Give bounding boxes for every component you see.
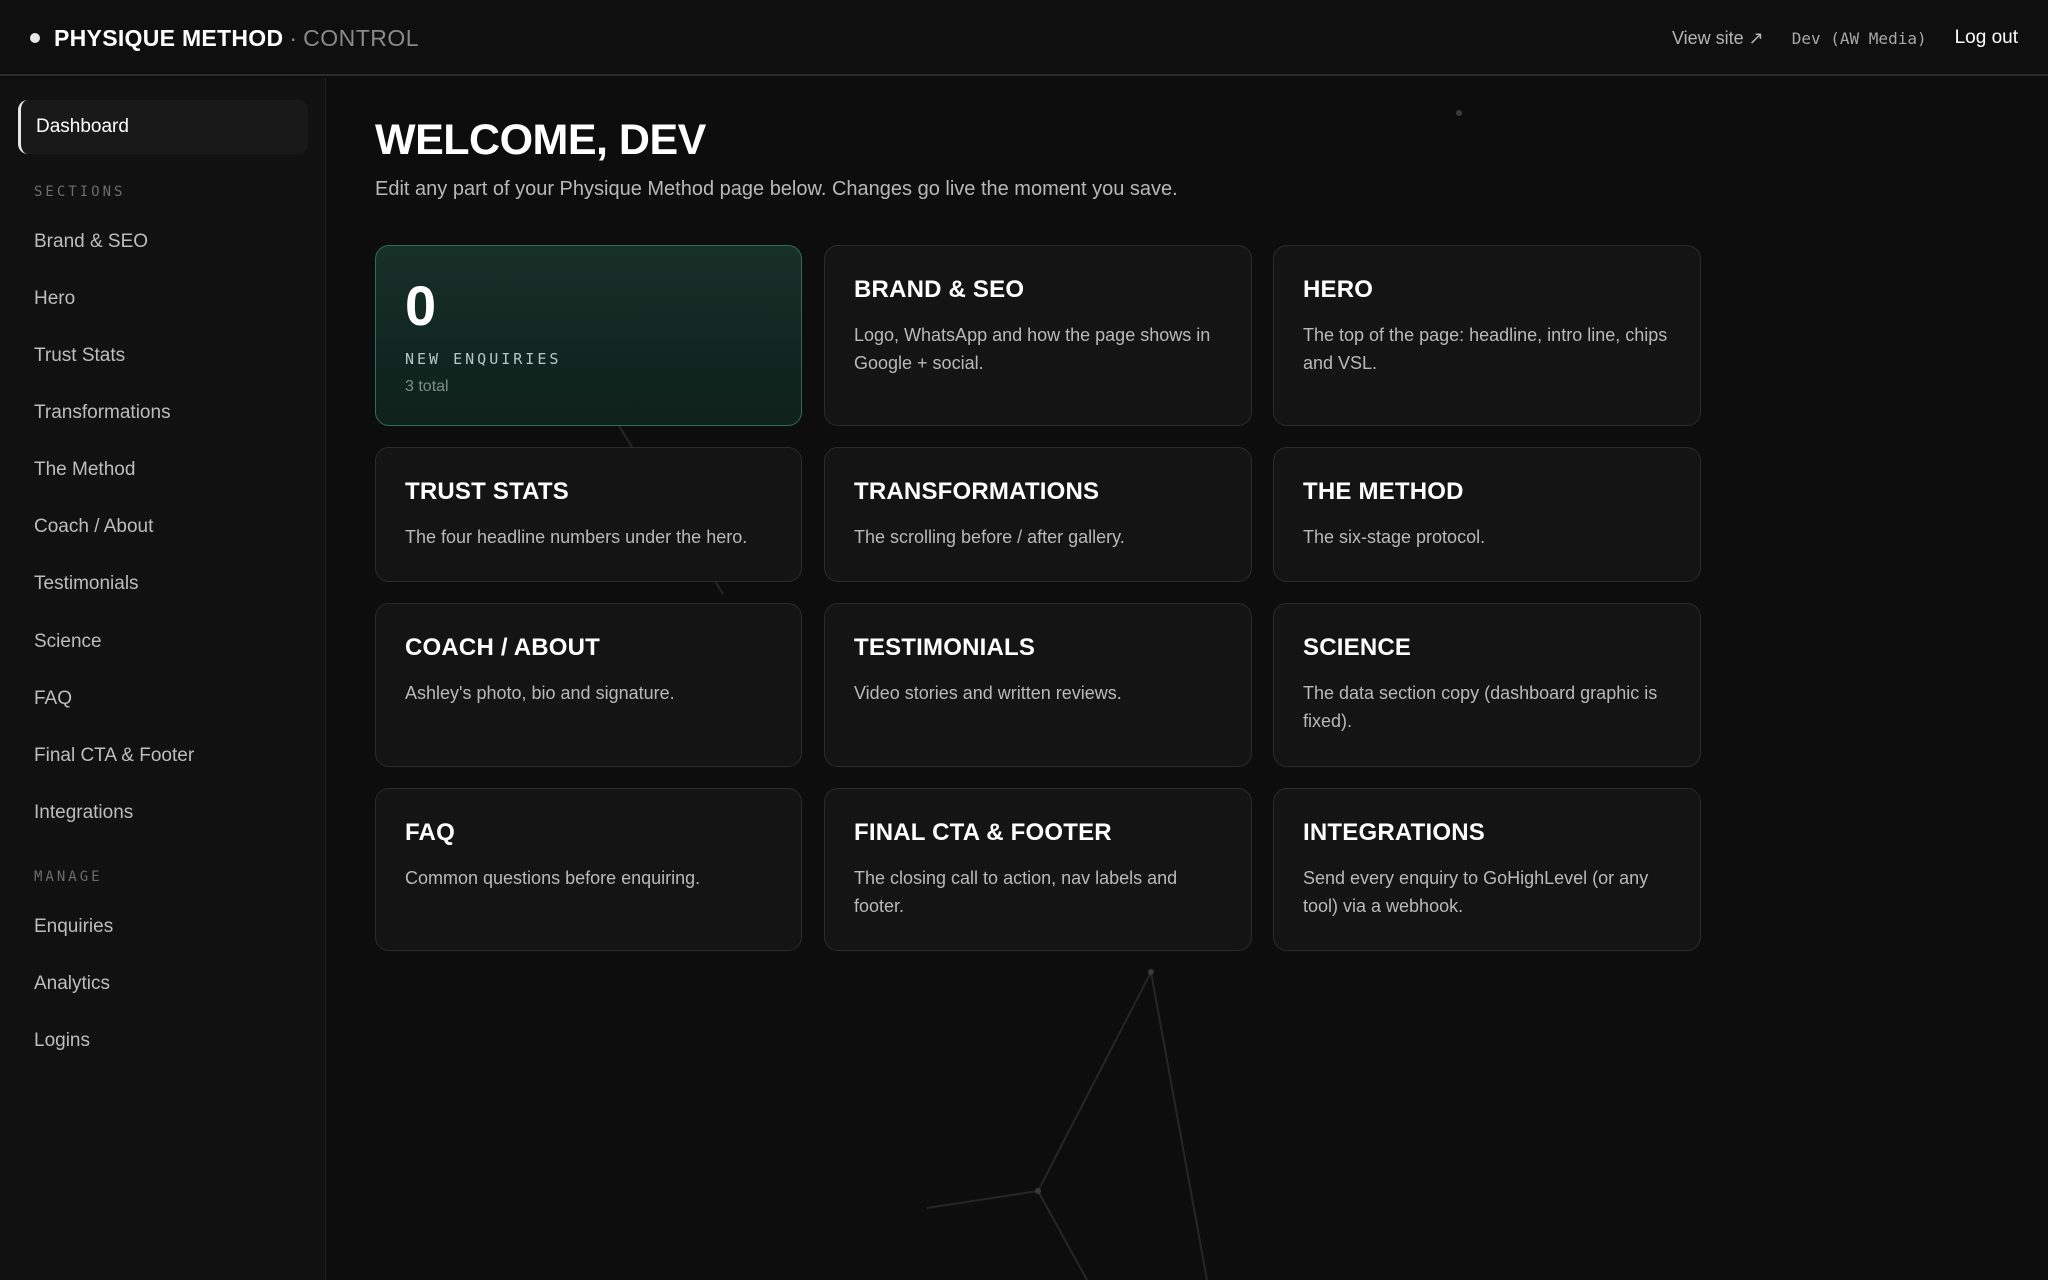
sidebar-heading-sections: SECTIONS — [34, 184, 126, 200]
card-title: FINAL CTA & FOOTER — [854, 819, 1112, 846]
card-description: The scrolling before / after gallery. — [854, 527, 1125, 547]
card-coach-about[interactable]: COACH / ABOUT Ashley's photo, bio and si… — [375, 603, 802, 767]
sidebar-item-logins[interactable]: Logins — [34, 1030, 90, 1052]
card-the-method[interactable]: THE METHOD The six-stage protocol. — [1273, 447, 1701, 582]
sidebar-item-final-cta-footer[interactable]: Final CTA & Footer — [34, 745, 194, 767]
card-science[interactable]: SCIENCE The data section copy (dashboard… — [1273, 603, 1701, 767]
card-brand-seo[interactable]: BRAND & SEO Logo, WhatsApp and how the p… — [824, 245, 1252, 426]
card-transformations[interactable]: TRANSFORMATIONS The scrolling before / a… — [824, 447, 1252, 582]
sidebar-item-analytics[interactable]: Analytics — [34, 973, 110, 995]
brand-separator: · — [289, 24, 298, 51]
card-hero[interactable]: HERO The top of the page: headline, intr… — [1273, 245, 1701, 426]
card-trust-stats[interactable]: TRUST STATS The four headline numbers un… — [375, 447, 802, 582]
card-description: The top of the page: headline, intro lin… — [1303, 325, 1668, 373]
card-title: HERO — [1303, 276, 1374, 303]
card-title: FAQ — [405, 819, 455, 846]
sidebar-heading-manage: MANAGE — [34, 869, 103, 885]
card-title: THE METHOD — [1303, 478, 1464, 505]
sidebar-item-integrations[interactable]: Integrations — [34, 802, 133, 824]
card-description: Common questions before enquiring. — [405, 868, 701, 888]
logout-button[interactable]: Log out — [1955, 27, 2018, 49]
sidebar-item-dashboard[interactable]: Dashboard — [18, 100, 308, 154]
card-title: TRANSFORMATIONS — [854, 478, 1100, 505]
card-integrations[interactable]: INTEGRATIONS Send every enquiry to GoHig… — [1273, 788, 1701, 951]
card-title: BRAND & SEO — [854, 276, 1025, 303]
sidebar-item-brand-seo[interactable]: Brand & SEO — [34, 231, 148, 253]
card-description: The closing call to action, nav labels a… — [854, 868, 1178, 916]
card-title: TRUST STATS — [405, 478, 569, 505]
brand-subtitle: CONTROL — [303, 24, 420, 51]
sidebar: Dashboard SECTIONS Brand & SEO Hero Trus… — [0, 78, 326, 1280]
current-user: Dev (AW Media) — [1791, 28, 1927, 48]
new-enquiries-card[interactable]: 0 NEW ENQUIRIES 3 total — [375, 245, 802, 426]
sidebar-item-the-method[interactable]: The Method — [34, 459, 135, 481]
card-title: COACH / ABOUT — [405, 634, 601, 661]
sidebar-item-hero[interactable]: Hero — [34, 288, 75, 310]
page-subtitle: Edit any part of your Physique Method pa… — [375, 178, 1178, 200]
card-faq[interactable]: FAQ Common questions before enquiring. — [375, 788, 802, 951]
card-description: Send every enquiry to GoHighLevel (or an… — [1303, 868, 1649, 916]
new-enquiries-count: 0 — [405, 274, 437, 337]
card-title: TESTIMONIALS — [854, 634, 1036, 661]
view-site-link[interactable]: View site ↗ — [1672, 28, 1764, 49]
card-description: Video stories and written reviews. — [854, 683, 1122, 703]
card-title: INTEGRATIONS — [1303, 819, 1485, 846]
top-nav: View site ↗ Dev (AW Media) Log out — [1672, 0, 2018, 76]
card-testimonials[interactable]: TESTIMONIALS Video stories and written r… — [824, 603, 1252, 767]
card-description: The data section copy (dashboard graphic… — [1303, 683, 1658, 731]
brand[interactable]: PHYSIQUE METHOD · CONTROL — [30, 0, 419, 76]
new-enquiries-label: NEW ENQUIRIES — [405, 350, 562, 368]
brand-dot-icon — [30, 33, 40, 43]
page-title: WELCOME, DEV — [375, 116, 706, 164]
main-content: WELCOME, DEV Edit any part of your Physi… — [327, 78, 2048, 1280]
brand-name: PHYSIQUE METHOD — [54, 24, 284, 51]
card-description: Logo, WhatsApp and how the page shows in… — [854, 325, 1211, 373]
top-bar: PHYSIQUE METHOD · CONTROL View site ↗ De… — [0, 0, 2048, 76]
sidebar-item-faq[interactable]: FAQ — [34, 688, 72, 710]
sidebar-item-trust-stats[interactable]: Trust Stats — [34, 345, 125, 367]
card-description: The six-stage protocol. — [1303, 527, 1486, 547]
sidebar-item-transformations[interactable]: Transformations — [34, 402, 171, 424]
sidebar-item-enquiries[interactable]: Enquiries — [34, 916, 113, 938]
sidebar-item-coach-about[interactable]: Coach / About — [34, 516, 153, 538]
card-description: The four headline numbers under the hero… — [405, 527, 748, 547]
sidebar-item-testimonials[interactable]: Testimonials — [34, 573, 139, 595]
sidebar-item-science[interactable]: Science — [34, 631, 102, 653]
card-final-cta-footer[interactable]: FINAL CTA & FOOTER The closing call to a… — [824, 788, 1252, 951]
total-enquiries: 3 total — [405, 378, 449, 395]
card-description: Ashley's photo, bio and signature. — [405, 683, 675, 703]
card-title: SCIENCE — [1303, 634, 1412, 661]
